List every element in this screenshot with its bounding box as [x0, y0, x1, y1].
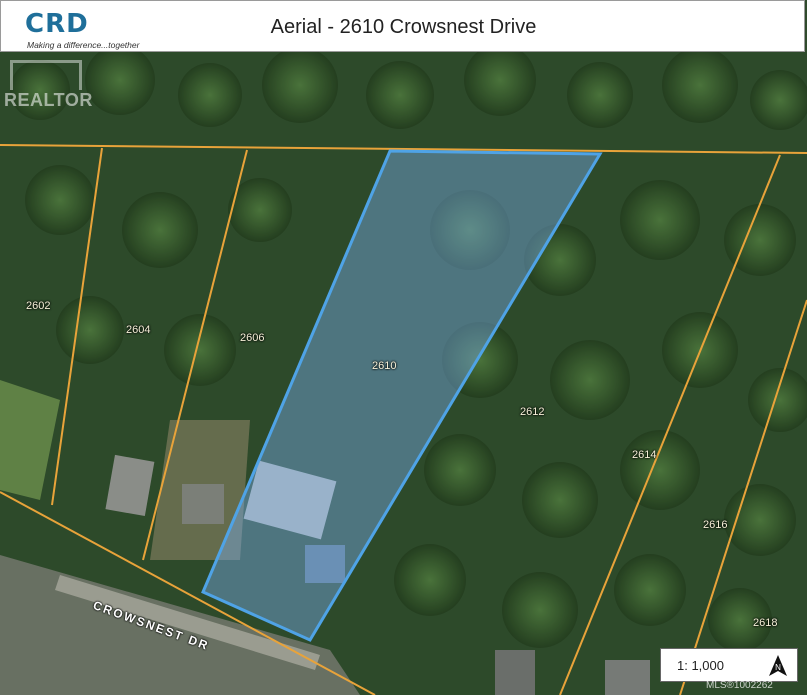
house-bottom: [495, 650, 535, 695]
realtor-watermark: REALTOR: [4, 90, 93, 110]
lot-label-2602: 2602: [26, 300, 51, 312]
map-frame: REALTOR 2602 2604 2606 2610 2612 2614 26…: [0, 0, 807, 695]
map-title: Aerial - 2610 Crowsnest Drive: [270, 16, 537, 38]
lot-label-2612: 2612: [520, 406, 545, 418]
svg-text:N: N: [775, 663, 781, 672]
lot-label-2616: 2616: [703, 519, 728, 531]
lot-label-2614: 2614: [632, 449, 657, 461]
lot-label-2610: 2610: [372, 360, 397, 372]
north-arrow-icon: N: [769, 655, 787, 676]
lot-label-2604: 2604: [126, 324, 151, 336]
header-bar: CRD Making a difference...together Aeria…: [0, 0, 805, 52]
scale-text: 1: 1,000: [677, 658, 724, 673]
lot-label-2606: 2606: [240, 332, 265, 344]
aerial-map[interactable]: [0, 52, 807, 695]
realtor-logo-icon: [10, 60, 82, 90]
lot-label-2618: 2618: [753, 617, 778, 629]
house-2606: [182, 484, 224, 524]
scale-indicator: 1: 1,000 N: [660, 648, 798, 682]
mls-watermark: MLS®1002262: [706, 680, 773, 691]
house-bottom-right: [605, 660, 650, 695]
